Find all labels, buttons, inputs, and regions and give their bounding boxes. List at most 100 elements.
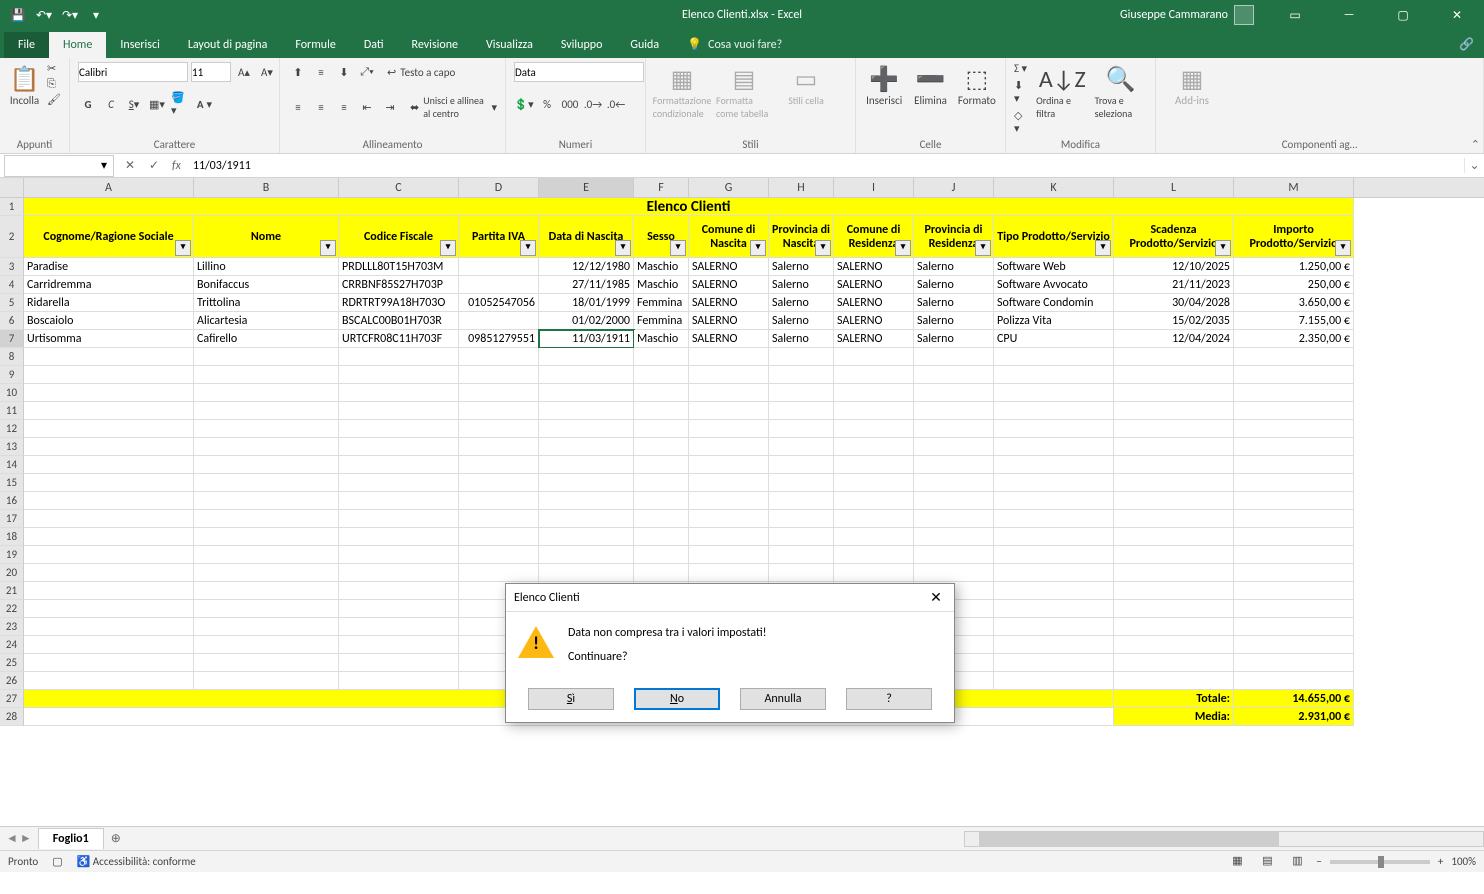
cell[interactable] [689, 492, 769, 510]
cell[interactable] [689, 420, 769, 438]
cell[interactable]: Salerno [914, 330, 994, 348]
cell[interactable] [339, 366, 459, 384]
cell[interactable]: 12/12/1980 [539, 258, 634, 276]
border-button[interactable]: ▦▾ [147, 94, 167, 114]
column-header-B[interactable]: B [194, 178, 339, 197]
cell[interactable] [914, 438, 994, 456]
cell[interactable]: Sesso [634, 216, 689, 258]
cell[interactable] [539, 348, 634, 366]
cell[interactable] [194, 618, 339, 636]
cell[interactable] [539, 546, 634, 564]
cell[interactable] [914, 420, 994, 438]
cell[interactable] [24, 492, 194, 510]
cell[interactable] [994, 672, 1114, 690]
cell[interactable] [914, 564, 994, 582]
cell[interactable] [834, 348, 914, 366]
cell[interactable] [24, 528, 194, 546]
cell[interactable] [689, 384, 769, 402]
cell[interactable]: SALERNO [834, 276, 914, 294]
user-account[interactable]: Giuseppe Cammarano [1120, 5, 1254, 25]
cell[interactable]: CRRBNF85S27H703P [339, 276, 459, 294]
cell[interactable]: 2.350,00 € [1234, 330, 1354, 348]
cell[interactable]: 3.650,00 € [1234, 294, 1354, 312]
cell[interactable]: 14.655,00 € [1234, 690, 1354, 708]
cell[interactable]: RDRTRT99A18H703O [339, 294, 459, 312]
cell[interactable]: Ridarella [24, 294, 194, 312]
align-left-icon[interactable]: ≡ [288, 97, 308, 117]
tab-file[interactable]: File [4, 32, 49, 58]
cell[interactable]: Salerno [769, 258, 834, 276]
bold-button[interactable]: G [78, 94, 98, 114]
cell[interactable] [994, 420, 1114, 438]
fill-color-button[interactable]: 🪣▾ [170, 94, 190, 114]
cell[interactable]: Maschio [634, 330, 689, 348]
cell[interactable] [834, 510, 914, 528]
cell[interactable] [539, 402, 634, 420]
accounting-format-icon[interactable]: 💲▾ [514, 94, 534, 114]
cell[interactable] [1234, 420, 1354, 438]
clear-icon[interactable]: ◇ ▾ [1014, 109, 1030, 135]
cell[interactable]: Scadenza Prodotto/Servizio [1114, 216, 1234, 258]
font-size-combo[interactable] [191, 62, 231, 82]
row-header[interactable]: 25 [0, 654, 24, 672]
zoom-thumb[interactable] [1378, 856, 1384, 868]
cell[interactable] [769, 348, 834, 366]
cell[interactable] [459, 438, 539, 456]
sheet-nav-prev-icon[interactable]: ◄ [6, 831, 18, 846]
dialog-help-button[interactable]: ? [846, 688, 932, 710]
cell[interactable]: CPU [994, 330, 1114, 348]
align-middle-icon[interactable]: ≡ [311, 62, 331, 82]
cell[interactable] [994, 348, 1114, 366]
ribbon-display-icon[interactable]: ▭ [1272, 0, 1318, 30]
cell[interactable] [539, 492, 634, 510]
column-header-C[interactable]: C [339, 178, 459, 197]
cell[interactable] [769, 510, 834, 528]
cell[interactable] [339, 528, 459, 546]
cell[interactable] [1234, 510, 1354, 528]
row-header[interactable]: 7 [0, 330, 24, 348]
select-all-corner[interactable] [0, 178, 24, 197]
cell[interactable] [194, 366, 339, 384]
cell[interactable]: 30/04/2028 [1114, 294, 1234, 312]
autosum-icon[interactable]: Σ ▾ [1014, 62, 1030, 75]
cell[interactable] [834, 420, 914, 438]
cell[interactable] [914, 402, 994, 420]
row-header[interactable]: 9 [0, 366, 24, 384]
column-header-E[interactable]: E [539, 178, 634, 197]
cell[interactable] [539, 420, 634, 438]
row-header[interactable]: 24 [0, 636, 24, 654]
cell[interactable] [634, 384, 689, 402]
cell[interactable] [1114, 546, 1234, 564]
cell[interactable] [1234, 438, 1354, 456]
zoom-out-button[interactable]: − [1316, 855, 1321, 868]
cell[interactable] [1234, 618, 1354, 636]
row-header[interactable]: 26 [0, 672, 24, 690]
cell[interactable] [194, 600, 339, 618]
increase-font-icon[interactable]: A▴ [234, 62, 254, 82]
cell[interactable] [689, 366, 769, 384]
row-header[interactable]: 17 [0, 510, 24, 528]
cell[interactable]: Alicartesia [194, 312, 339, 330]
cell[interactable] [1234, 402, 1354, 420]
column-header-K[interactable]: K [994, 178, 1114, 197]
redo-icon[interactable]: ↷▾ [58, 8, 82, 23]
cell[interactable] [539, 474, 634, 492]
cell[interactable] [339, 636, 459, 654]
cell[interactable] [834, 564, 914, 582]
row-header[interactable]: 27 [0, 690, 24, 708]
cell[interactable] [1114, 384, 1234, 402]
cell[interactable] [339, 654, 459, 672]
cell[interactable] [994, 384, 1114, 402]
addins-button[interactable]: ▦Add-ins [1164, 62, 1220, 107]
cell[interactable]: SALERNO [834, 330, 914, 348]
cell[interactable] [994, 456, 1114, 474]
cell[interactable] [194, 672, 339, 690]
cancel-edit-icon[interactable]: ✕ [118, 158, 142, 173]
cell[interactable] [914, 348, 994, 366]
cell[interactable] [459, 258, 539, 276]
cell[interactable]: Salerno [914, 312, 994, 330]
cell[interactable] [1114, 654, 1234, 672]
cell[interactable]: SALERNO [689, 276, 769, 294]
cell[interactable]: Maschio [634, 276, 689, 294]
cell[interactable]: SALERNO [834, 312, 914, 330]
